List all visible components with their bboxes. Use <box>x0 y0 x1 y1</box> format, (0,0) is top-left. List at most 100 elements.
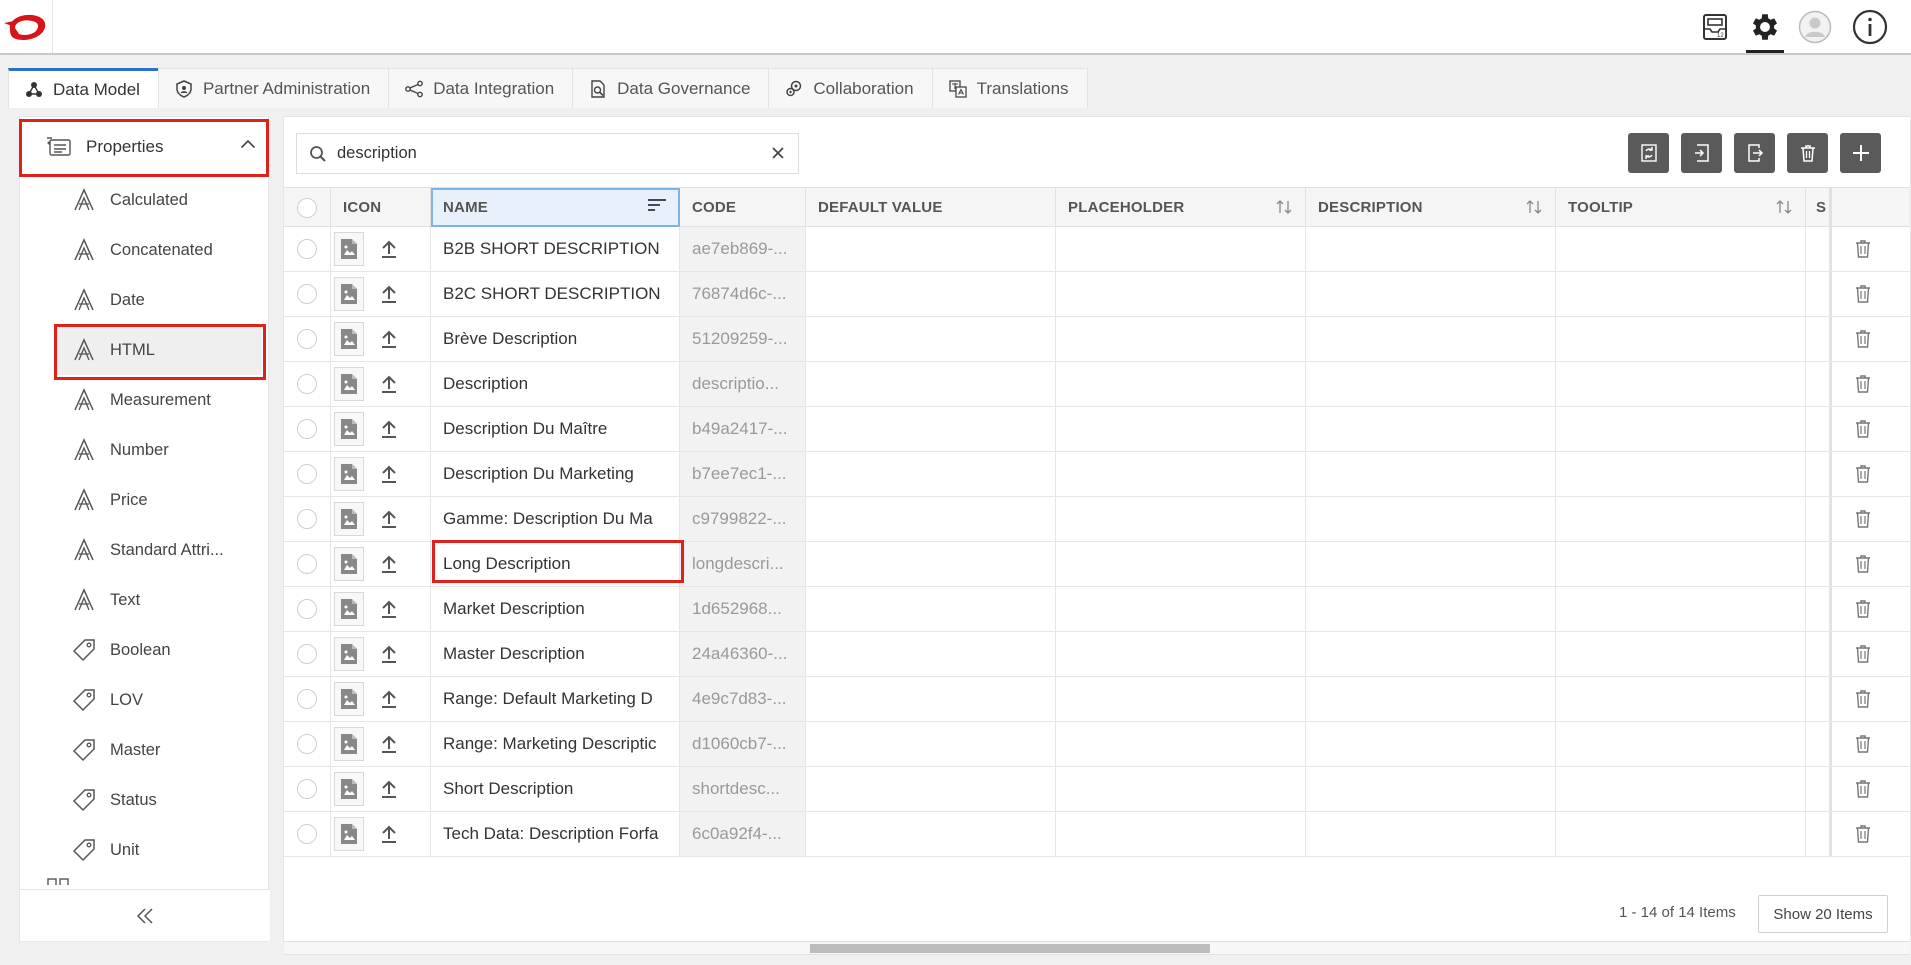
sidebar-item-measurement[interactable]: Measurement <box>20 375 270 425</box>
column-header-default-value[interactable]: DEFAULT VALUE <box>806 188 1056 227</box>
description-cell[interactable] <box>1306 542 1556 586</box>
trash-icon[interactable] <box>1854 509 1872 529</box>
default-value-cell[interactable] <box>806 497 1056 541</box>
tooltip-cell[interactable] <box>1556 722 1806 766</box>
upload-icon[interactable] <box>380 554 398 574</box>
add-button[interactable] <box>1840 133 1881 173</box>
trash-icon[interactable] <box>1854 419 1872 439</box>
trash-icon[interactable] <box>1854 779 1872 799</box>
column-header-tooltip[interactable]: TOOLTIP <box>1556 188 1806 227</box>
name-cell[interactable]: Master Description <box>431 632 680 676</box>
description-cell[interactable] <box>1306 452 1556 496</box>
table-row[interactable]: Description Du Marketing b7ee7ec1-... <box>284 452 1910 497</box>
placeholder-cell[interactable] <box>1056 407 1306 451</box>
trash-icon[interactable] <box>1854 599 1872 619</box>
default-value-cell[interactable] <box>806 407 1056 451</box>
placeholder-cell[interactable] <box>1056 722 1306 766</box>
upload-icon[interactable] <box>380 284 398 304</box>
default-value-cell[interactable] <box>806 767 1056 811</box>
properties-header[interactable]: Properties <box>20 119 270 175</box>
column-header-icon[interactable]: ICON <box>331 188 431 227</box>
tab-collaboration[interactable]: Collaboration <box>768 68 932 108</box>
user-avatar-icon[interactable] <box>1796 8 1834 46</box>
description-cell[interactable] <box>1306 362 1556 406</box>
tooltip-cell[interactable] <box>1556 407 1806 451</box>
row-radio[interactable] <box>297 734 317 754</box>
default-value-cell[interactable] <box>806 632 1056 676</box>
description-cell[interactable] <box>1306 227 1556 271</box>
description-cell[interactable] <box>1306 317 1556 361</box>
table-row[interactable]: Short Description shortdesc... <box>284 767 1910 812</box>
sidebar-item-lov[interactable]: LOV <box>20 675 270 725</box>
tooltip-cell[interactable] <box>1556 767 1806 811</box>
tab-translations[interactable]: Translations <box>931 68 1088 108</box>
tooltip-cell[interactable] <box>1556 812 1806 856</box>
column-header-s[interactable]: S <box>1806 188 1830 227</box>
row-radio[interactable] <box>297 329 317 349</box>
upload-icon[interactable] <box>380 419 398 439</box>
description-cell[interactable] <box>1306 587 1556 631</box>
name-cell[interactable]: Brève Description <box>431 317 680 361</box>
sort-icon[interactable] <box>1525 199 1543 215</box>
sort-icon[interactable] <box>1275 199 1293 215</box>
column-header-placeholder[interactable]: PLACEHOLDER <box>1056 188 1306 227</box>
row-radio[interactable] <box>297 644 317 664</box>
description-cell[interactable] <box>1306 722 1556 766</box>
sidebar-item-calculated[interactable]: Calculated <box>20 175 270 225</box>
info-icon[interactable] <box>1851 8 1889 46</box>
row-radio[interactable] <box>297 284 317 304</box>
row-radio[interactable] <box>297 824 317 844</box>
description-cell[interactable] <box>1306 272 1556 316</box>
sidebar-item-date[interactable]: Date <box>20 275 270 325</box>
default-value-cell[interactable] <box>806 722 1056 766</box>
table-row[interactable]: Description Du Maître b49a2417-... <box>284 407 1910 452</box>
trash-icon[interactable] <box>1854 689 1872 709</box>
sidebar-item-html[interactable]: HTML <box>56 325 262 375</box>
table-row[interactable]: Description descriptio... <box>284 362 1910 407</box>
name-cell[interactable]: Range: Default Marketing D <box>431 677 680 721</box>
table-row[interactable]: B2B SHORT DESCRIPTION ae7eb869-... <box>284 227 1910 272</box>
description-cell[interactable] <box>1306 767 1556 811</box>
tab-data-integration[interactable]: Data Integration <box>388 68 573 108</box>
select-all-checkbox[interactable] <box>284 188 331 227</box>
tooltip-cell[interactable] <box>1556 272 1806 316</box>
column-header-name[interactable]: NAME <box>431 188 680 227</box>
sidebar-item-unit[interactable]: Unit <box>20 825 270 875</box>
trash-icon[interactable] <box>1854 464 1872 484</box>
tooltip-cell[interactable] <box>1556 317 1806 361</box>
table-row[interactable]: Gamme: Description Du Ma c9799822-... <box>284 497 1910 542</box>
sidebar-item-text[interactable]: Text <box>20 575 270 625</box>
placeholder-cell[interactable] <box>1056 317 1306 361</box>
default-value-cell[interactable] <box>806 317 1056 361</box>
description-cell[interactable] <box>1306 677 1556 721</box>
horizontal-scrollbar[interactable] <box>284 941 1910 955</box>
trash-icon[interactable] <box>1854 644 1872 664</box>
trash-icon[interactable] <box>1854 554 1872 574</box>
description-cell[interactable] <box>1306 632 1556 676</box>
export-button[interactable] <box>1734 133 1775 173</box>
name-cell[interactable]: Long Description <box>431 542 680 586</box>
placeholder-cell[interactable] <box>1056 227 1306 271</box>
name-cell[interactable]: Range: Marketing Descriptic <box>431 722 680 766</box>
tooltip-cell[interactable] <box>1556 542 1806 586</box>
placeholder-cell[interactable] <box>1056 497 1306 541</box>
trash-icon[interactable] <box>1854 734 1872 754</box>
tooltip-cell[interactable] <box>1556 497 1806 541</box>
placeholder-cell[interactable] <box>1056 632 1306 676</box>
sidebar-item-status[interactable]: Status <box>20 775 270 825</box>
sidebar-item-price[interactable]: Price <box>20 475 270 525</box>
tooltip-cell[interactable] <box>1556 632 1806 676</box>
name-cell[interactable]: Market Description <box>431 587 680 631</box>
tab-partner-administration[interactable]: Partner Administration <box>157 68 389 108</box>
trash-icon[interactable] <box>1854 284 1872 304</box>
inbox-icon[interactable]: 12 <box>1696 8 1734 46</box>
sort-icon[interactable] <box>1775 199 1793 215</box>
name-cell[interactable]: Description Du Maître <box>431 407 680 451</box>
column-header-code[interactable]: CODE <box>680 188 806 227</box>
name-cell[interactable]: Gamme: Description Du Ma <box>431 497 680 541</box>
table-row[interactable]: Market Description 1d652968... <box>284 587 1910 632</box>
row-radio[interactable] <box>297 599 317 619</box>
table-row[interactable]: Brève Description 51209259-... <box>284 317 1910 362</box>
sidebar-item-concatenated[interactable]: Concatenated <box>20 225 270 275</box>
row-radio[interactable] <box>297 239 317 259</box>
